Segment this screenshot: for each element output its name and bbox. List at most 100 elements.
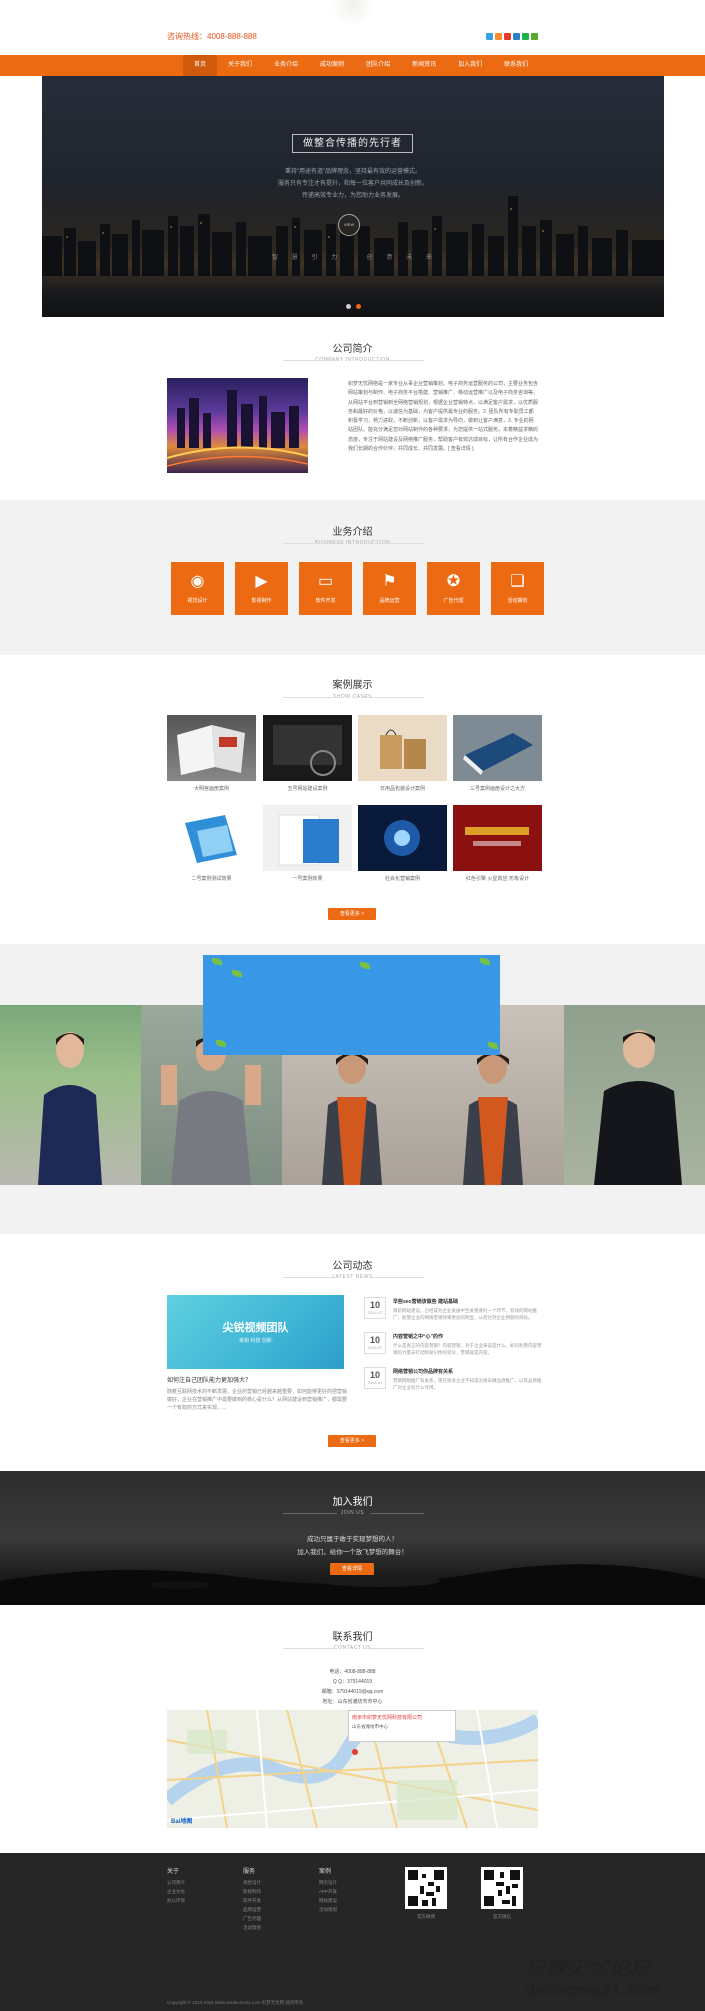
case-thumb-4[interactable] [167,805,256,871]
case-label[interactable]: 社会化营销案例 [358,875,447,882]
hero-tag-char: · [351,252,353,258]
footer-link[interactable]: 软件开发 [243,1898,261,1904]
nav-item[interactable]: 新闻资讯 [401,55,447,76]
nav-item[interactable]: 加入我们 [447,55,493,76]
footer-link[interactable]: 活动策划 [243,1925,261,1931]
case-thumb-2[interactable] [358,715,447,781]
qr-label: 官方微信 [493,1914,511,1919]
qzone-icon[interactable] [495,33,502,40]
award-icon: ✪ [446,573,461,590]
baidu-map[interactable]: 南京市织梦无忧网科技有限公司 山东省潍坊市中心 Bai地图 [167,1710,538,1828]
hero-tag-char: 来 [425,255,432,261]
business-tile[interactable]: ⚑ 品牌运营 [363,562,416,615]
case-label[interactable]: 大明宫画册案例 [167,785,256,792]
slider-dot[interactable] [346,304,351,309]
news-more-button[interactable]: 查看更多 > [328,1435,376,1447]
nav-item[interactable]: 联系我们 [493,55,539,76]
news-date: 10 2014-07 [364,1297,386,1319]
divider [283,543,337,544]
team-photo-1[interactable] [0,1005,141,1185]
watermark-logo: 织梦无忧论坛 [525,1956,651,1980]
footer-link[interactable]: 公司简介 [167,1880,185,1886]
join-detail-button[interactable]: 查看详情 [330,1563,374,1575]
hero-tag-char: 智 [272,255,279,261]
intro-text: 织梦无忧网络是一家专业从事企业营销策划、电子商务运营服务的公司，主要业务包含网站… [348,381,539,453]
news-item-title[interactable]: 早些seo营销该做些 建站基础 [393,1298,458,1305]
footer-link[interactable]: 办公环境 [167,1898,185,1904]
divider [283,360,337,361]
footer-link[interactable]: 品牌运营 [243,1907,261,1913]
case-label[interactable]: 一号案例效果 [263,875,352,882]
news-banner-title: 尖锐视频团队 [222,1322,289,1334]
weibo-icon[interactable] [486,33,493,40]
footer-link[interactable]: 广告代理 [243,1916,261,1922]
business-tile[interactable]: ▶ 影视制作 [235,562,288,615]
divider [370,360,424,361]
qr-code-weibo [405,1867,447,1909]
wechat-icon[interactable] [522,33,529,40]
logo[interactable] [330,0,376,26]
case-thumb-5[interactable] [263,805,352,871]
news-date-month: 2014-07 [367,1310,383,1315]
footer-link[interactable]: 网站建设 [319,1898,337,1904]
nav-item[interactable]: 团队介绍 [355,55,401,76]
hero-line: 服务只有专注才有提升，和每一位客户共同成长及创新。 [277,181,428,187]
case-thumb-1[interactable] [263,715,352,781]
case-thumb-6[interactable] [358,805,447,871]
business-tile[interactable]: ▭ 软件开发 [299,562,352,615]
case-thumb-3[interactable] [453,715,542,781]
news-date-day: 10 [369,1300,380,1310]
hero-tag-char: 慧 [291,255,298,261]
douban-icon[interactable] [531,33,538,40]
footer-link[interactable]: 网页设计 [319,1880,337,1886]
nav-item[interactable]: 成功案例 [309,55,355,76]
footer-link[interactable]: APP开发 [319,1889,337,1895]
cases-more-button[interactable]: 查看更多 > [328,908,376,920]
hero-banner: 做整合传播的先行者 秉持“用途有道”品牌理念，坚持最有效的运营模式。 服务只有专… [42,76,664,317]
nav-item[interactable]: 关于我们 [217,55,263,76]
business-tile[interactable]: ◉ 视觉设计 [171,562,224,615]
hero-tag-char: 未 [406,255,413,261]
contact-email[interactable]: 邮箱：379144019@qq.com [0,1688,705,1695]
sina-icon[interactable] [504,33,511,40]
contact-phone: 电话：4008-888-888 [329,1669,376,1675]
footer-col-title: 案例 [319,1869,332,1875]
nav-item[interactable]: 首页 [183,55,218,76]
case-label[interactable]: 三号案例画册设计之大方 [453,785,542,792]
slider-dot-active[interactable] [356,304,361,309]
footer-link[interactable]: 视觉设计 [243,1880,261,1886]
news-item-title[interactable]: 内容营销之中“心”的作 [393,1333,443,1340]
news-feature-image[interactable]: 尖锐视频团队 ·亲和 科技 创新· [167,1295,344,1369]
business-tile-label: 软件开发 [315,598,336,604]
palette-icon: ◉ [190,573,205,590]
news-banner-subtitle: ·亲和 科技 创新· [237,1338,274,1344]
case-label[interactable]: 二号案例测试效果 [167,875,256,882]
hero-tag-char: 引 [311,255,318,261]
case-label[interactable]: 日用品包装设计案例 [358,785,447,792]
business-tile-label: 活动策划 [507,598,528,604]
news-item-title[interactable]: 网络营销公司你品牌有关系 [393,1368,453,1375]
news-feature-caption[interactable]: 如何注自己团队能力更加强大？ [167,1375,251,1384]
business-tile-label: 影视制作 [251,598,272,604]
news-date-day: 10 [369,1370,380,1380]
qq-icon[interactable] [513,33,520,40]
divider [283,1277,337,1278]
footer-link[interactable]: 活动策划 [319,1907,337,1913]
hero-tag-char: 力 [331,255,338,261]
team-photo-5[interactable] [564,1005,705,1185]
qr-code-wechat [481,1867,523,1909]
case-label[interactable]: 红色引擎·火星效应·形象设计 [453,875,542,882]
divider [370,1277,424,1278]
laptop-icon: ▭ [317,573,334,590]
hero-view-button[interactable]: VIEW [338,214,360,236]
business-tile-label: 广告代理 [443,598,464,604]
business-tile[interactable]: ❑ 活动策划 [491,562,544,615]
business-tile[interactable]: ✪ 广告代理 [427,562,480,615]
footer-link[interactable]: 影视制作 [243,1889,261,1895]
footer-link[interactable]: 企业文化 [167,1889,185,1895]
nav-item[interactable]: 业务介绍 [263,55,309,76]
case-thumb-7[interactable] [453,805,542,871]
case-thumb-0[interactable] [167,715,256,781]
cases-title: 案例展示 [332,680,373,691]
case-label[interactable]: 五号网站建设案例 [263,785,352,792]
